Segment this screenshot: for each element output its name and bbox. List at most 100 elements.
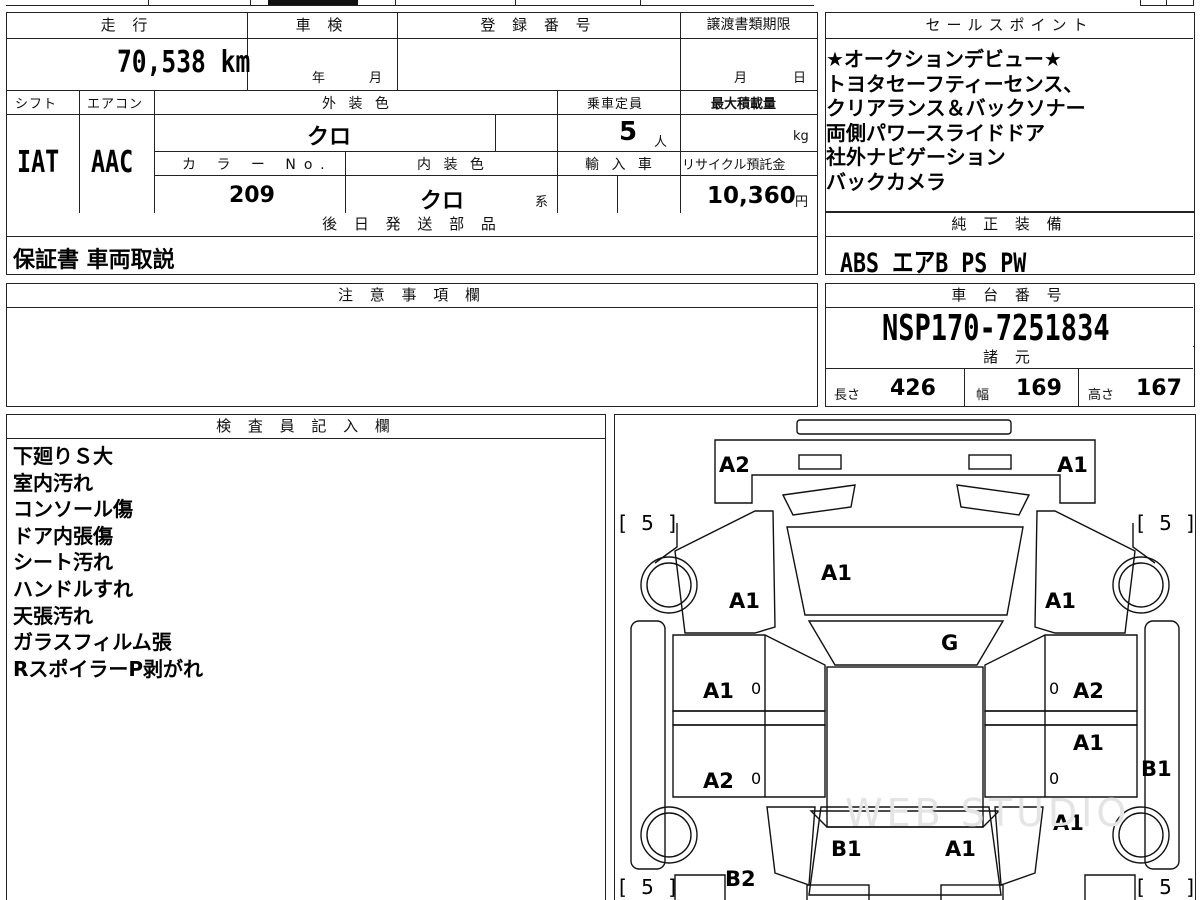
tire-tread-front-right: [ 5 ] (1137, 511, 1196, 535)
tire-tread-front-left: [ 5 ] (619, 511, 681, 535)
damage-front-left: A2 (719, 453, 750, 477)
damage-hood: A1 (821, 561, 852, 585)
chassis-label: 車 台 番 号 (826, 284, 1193, 308)
spec-label: 諸 元 (826, 346, 1193, 369)
import-label: 輸 入 車 (585, 157, 656, 173)
inspector-note: ドア内張傷 (13, 523, 113, 548)
sales-line: クリアランス＆バックソナー (826, 96, 1086, 120)
inspector-note: 下廻りＳ大 (13, 444, 113, 468)
colorno-label: カ ラ ー No. (182, 157, 333, 173)
length-label: 長さ (834, 388, 861, 403)
right-rear-door (984, 724, 1138, 798)
inspector-box: 検 査 員 記 入 欄 下廻りＳ大 室内汚れ コンソール傷 ドア内張傷 シート汚… (6, 414, 606, 900)
interior-suffix: 系 (535, 195, 549, 210)
top-strip (0, 0, 1200, 8)
sales-line: トヨタセーフティーセンス、 (826, 71, 1084, 96)
damage-right-fender: A1 (1045, 589, 1076, 613)
zero-right-front: 0 (1049, 679, 1060, 698)
maxload-label: 最大積載量 (711, 97, 777, 112)
maxload-unit: kg (793, 129, 809, 144)
rear-quarter-left (766, 806, 816, 886)
damage-rear-left: B1 (831, 837, 862, 861)
sales-line: バックカメラ (826, 169, 946, 194)
inspector-note: コンソール傷 (13, 497, 133, 522)
front-light-left (798, 454, 842, 470)
headlamp-left (781, 484, 856, 516)
rear-plate (806, 884, 870, 900)
inspector-note: 室内汚れ (13, 470, 93, 495)
mileage-label: 走 行 (7, 13, 247, 39)
damage-rear: B2 (725, 867, 756, 891)
interior-value: クロ (420, 189, 465, 214)
interior-label: 内 装 色 (417, 157, 488, 173)
left-belt (672, 710, 826, 726)
mileage-value: 70,538 km (117, 45, 251, 80)
inspector-note: ガラスフィルム張 (13, 630, 172, 655)
aircon-value: AAC (91, 145, 134, 180)
chassis-box: 車 台 番 号 NSP170-7251834 諸 元 長さ 426 幅 169 … (825, 283, 1195, 407)
inspector-note: RスポイラーP剥がれ (13, 656, 204, 681)
shift-value: IAT (17, 145, 60, 180)
tire-front-left (640, 556, 698, 614)
equipment-value: ABS エアB PS PW (840, 248, 1027, 279)
damage-right-front-door: A2 (1073, 679, 1104, 703)
recycle-label: リサイクル預託金 (682, 158, 786, 173)
zero-left-rear: 0 (751, 769, 762, 788)
damage-windshield: G (941, 631, 959, 655)
inspector-note: シート汚れ (13, 550, 113, 575)
exterior-label: 外 装 色 (322, 96, 393, 112)
rear-plate-right (940, 884, 1004, 900)
inspector-label: 検 査 員 記 入 欄 (7, 415, 605, 439)
equipment-box: 純 正 装 備 ABS エアB PS PW (825, 212, 1195, 279)
tire-front-right (1112, 556, 1170, 614)
right-fender (1034, 510, 1136, 634)
sales-point-label: セールスポイント (826, 13, 1193, 39)
capacity-unit: 人 (654, 135, 668, 150)
aircon-label: エアコン (87, 97, 144, 112)
zero-right-rear: 0 (1049, 769, 1060, 788)
later-parts-value: 保証書 車両取説 (13, 248, 175, 273)
left-fender (674, 510, 776, 634)
left-front-door (672, 634, 826, 712)
shaken-month: 月 (369, 71, 383, 86)
damage-left-rear-door: A2 (703, 769, 734, 793)
recycle-value: 10,360 (707, 183, 796, 209)
damage-right-side: B1 (1141, 757, 1172, 781)
damage-left-fender: A1 (729, 589, 760, 613)
left-rear-door (672, 724, 826, 798)
width-value: 169 (1016, 376, 1062, 401)
equipment-label: 純 正 装 備 (826, 213, 1193, 237)
zero-left-front: 0 (751, 679, 762, 698)
sales-line: 両側パワースライドドア (826, 120, 1045, 145)
later-parts-label: 後 日 発 送 部 品 (7, 213, 817, 237)
damage-right-rear-door: A1 (1073, 731, 1104, 755)
inspector-note: ハンドルすれ (13, 576, 133, 601)
sales-line: ★オークションデビュー★ (826, 47, 1062, 71)
shaken-year: 年 (312, 71, 326, 86)
shift-label: シフト (15, 97, 58, 112)
chassis-number: NSP170-7251834 (882, 308, 1110, 349)
transfer-deadline-label: 譲渡書類期限 (680, 13, 817, 39)
headlamp-right (956, 484, 1031, 516)
colorno-value: 209 (229, 183, 275, 208)
tire-tread-rear-right: [ 5 ] (1137, 875, 1196, 899)
damage-front-right: A1 (1057, 453, 1088, 477)
capacity-label: 乗車定員 (587, 97, 644, 112)
shaken-label: 車 検 (247, 13, 397, 39)
rear-bumper (674, 874, 726, 900)
right-front-door (984, 634, 1138, 712)
capacity-value: 5 (619, 117, 638, 147)
tire-tread-rear-left: [ 5 ] (619, 875, 681, 899)
caution-box: 注 意 事 項 欄 (6, 283, 818, 407)
recycle-unit: 円 (795, 195, 809, 210)
caution-label: 注 意 事 項 欄 (7, 284, 817, 308)
width-label: 幅 (976, 388, 990, 403)
registration-label: 登 録 番 号 (397, 13, 680, 39)
inspector-note: 天張汚れ (13, 603, 93, 628)
right-belt (984, 710, 1138, 726)
left-rocker (630, 620, 666, 870)
watermark: WEB STUDIO (845, 791, 1131, 835)
sales-line: 社外ナビゲーション (826, 145, 1006, 169)
tire-rear-left (640, 806, 698, 864)
front-light-right (968, 454, 1012, 470)
